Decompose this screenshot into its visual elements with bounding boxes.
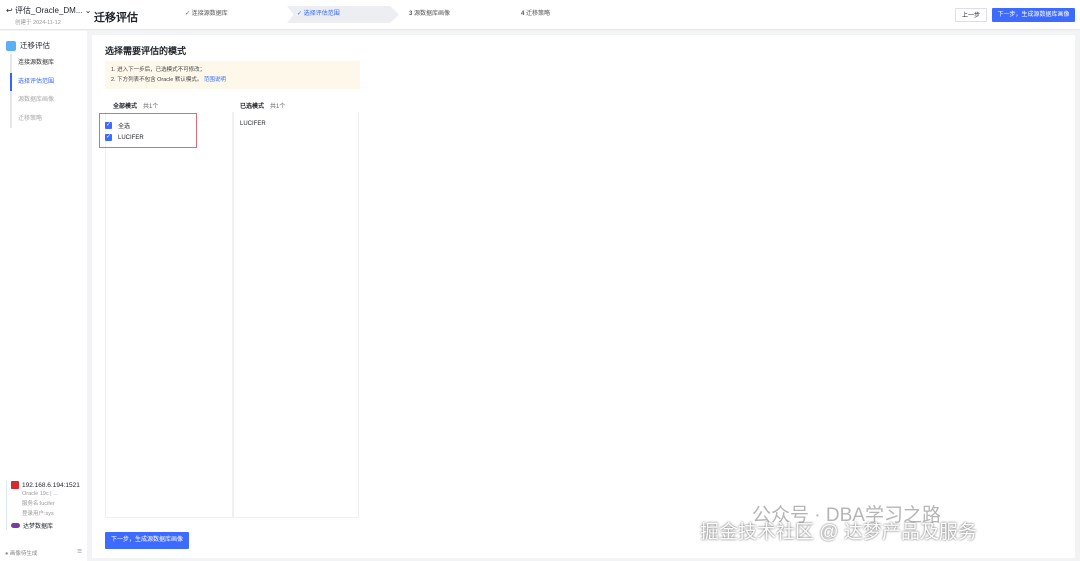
highlight-box <box>99 113 197 148</box>
all-schemas-list <box>105 112 233 518</box>
db-info-card: 192.168.6.194:1521 Oracle 19c | ... 服务名:… <box>6 481 84 530</box>
sidebar-item-profile: 源数据库画像 <box>18 97 55 103</box>
profile-status: 画像待生成 <box>9 551 38 557</box>
scope-help-link[interactable]: 范围说明 <box>204 77 226 83</box>
selected-schemas-list <box>233 112 359 518</box>
next-step-bottom-button[interactable]: 下一步，生成源数据库画像 <box>105 532 189 549</box>
top-bar: ↩ 评估_Oracle_DM... ⌄ 创建于 2024-11-12 迁移评估 … <box>0 0 1080 30</box>
project-name: 评估_Oracle_DM... <box>14 6 83 15</box>
chevron-down-icon[interactable]: ⌄ <box>85 6 92 15</box>
assessment-icon <box>6 40 16 51</box>
main-panel: 选择需要评估的模式 1. 进入下一步后，已选模式不可修改； 2. 下方列表不包含… <box>92 35 1075 558</box>
sidebar-header: 迁移评估 <box>6 40 50 51</box>
prev-step-button[interactable]: 上一步 <box>955 8 987 22</box>
dameng-icon <box>11 523 20 528</box>
page-title: 选择需要评估的模式 <box>105 46 187 56</box>
schema-checkbox-lucifer[interactable]: ✓ LUCIFER <box>105 134 144 141</box>
step-2: ✓ 选择评估范围 <box>287 6 399 23</box>
notice-box: 1. 进入下一步后，已选模式不可修改； 2. 下方列表不包含 Oracle 默认… <box>105 61 360 89</box>
project-selector[interactable]: ↩ 评估_Oracle_DM... ⌄ 创建于 2024-11-12 <box>6 5 91 26</box>
back-arrow-icon[interactable]: ↩ <box>6 6 13 15</box>
select-all-checkbox[interactable]: ✓ 全选 <box>105 121 130 130</box>
selected-schemas-header: 已选模式 共1个 <box>240 104 286 110</box>
collapse-menu-icon[interactable]: ☰ <box>77 549 82 557</box>
selected-schema-item: LUCIFER <box>240 121 266 127</box>
app-title: 迁移评估 <box>94 12 138 24</box>
step-1: ✓ 连接源数据库 <box>185 11 228 17</box>
sidebar: 迁移评估 连接源数据库 选择评估范围 源数据库画像 迁移策略 192.168.6… <box>0 31 87 561</box>
project-created: 创建于 2024-11-12 <box>15 20 61 26</box>
oracle-icon <box>11 481 19 489</box>
sidebar-item-scope[interactable]: 选择评估范围 <box>10 72 54 91</box>
step-3: 3 源数据库画像 <box>409 11 451 17</box>
sidebar-item-connect[interactable]: 连接源数据库 <box>12 54 54 73</box>
step-4: 4 迁移策略 <box>521 11 551 17</box>
sidebar-item-strategy: 迁移策略 <box>18 115 43 122</box>
next-step-button[interactable]: 下一步，生成源数据库画像 <box>992 8 1075 22</box>
all-schemas-header: 全部模式 共1个 <box>113 104 159 110</box>
stepper: ✓ 连接源数据库 ✓ 选择评估范围 3 源数据库画像 4 迁移策略 <box>175 6 623 23</box>
watermark-line2: 掘金技术社区 @ 达梦产品及服务 <box>700 522 977 543</box>
